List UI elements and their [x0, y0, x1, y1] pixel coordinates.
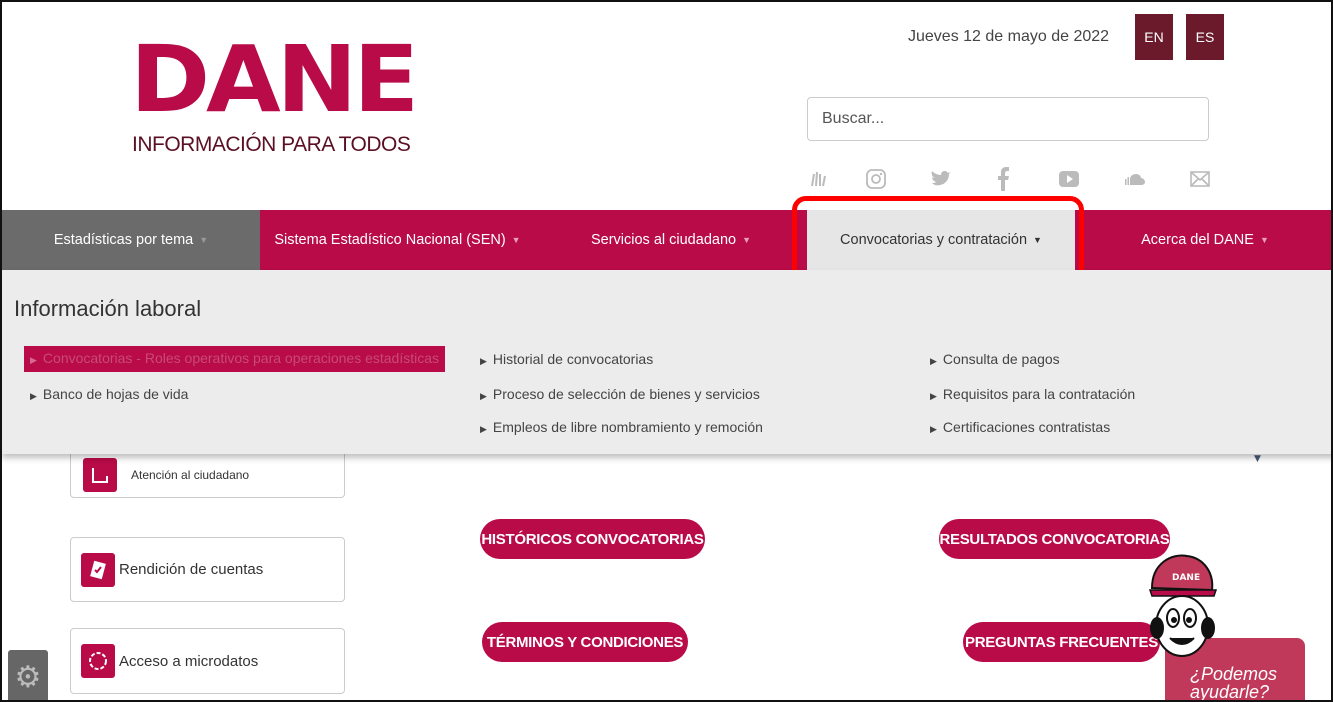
menu-item-label: Banco de hojas de vida — [42, 386, 189, 402]
chevron-down-icon: ▼ — [1254, 454, 1261, 464]
menu-item-banco-hojas[interactable]: ▶ Banco de hojas de vida — [30, 386, 188, 402]
main-nav: Estadísticas por tema ▼ Sistema Estadísti… — [2, 210, 1331, 270]
logo-wordmark: DANE — [130, 26, 419, 133]
caret-right-icon: ▶ — [480, 356, 487, 366]
chevron-down-icon: ▼ — [199, 235, 209, 245]
card-label: Atención al ciudadano — [131, 468, 250, 482]
nav-acerca[interactable]: Acerca del DANE ▼ — [1075, 210, 1331, 270]
nav-label: Sistema Estadístico Nacional (SEN) — [274, 232, 506, 248]
mega-menu-title: Información laboral — [14, 296, 202, 321]
menu-item-empleos-libre[interactable]: ▶ Empleos de libre nombramiento y remoció… — [480, 419, 763, 435]
lang-es-button[interactable]: ES — [1186, 14, 1224, 60]
resultados-convocatorias-button[interactable]: RESULTADOS CONVOCATORIAS — [939, 519, 1170, 559]
menu-item-proceso-seleccion[interactable]: ▶ Proceso de selección de bienes y servic… — [480, 386, 760, 402]
instagram-icon[interactable] — [863, 166, 889, 192]
chevron-down-icon: ▼ — [1259, 235, 1269, 245]
nav-label: Estadísticas por tema — [53, 232, 194, 248]
dane-logo[interactable]: DANE INFORMACIÓN PARA TODOS — [130, 34, 419, 164]
caret-right-icon: ▶ — [30, 391, 37, 401]
lang-en-button[interactable]: EN — [1135, 14, 1173, 60]
nav-servicios[interactable]: Servicios al ciudadano ▼ — [535, 210, 807, 270]
nav-convocatorias[interactable]: Convocatorias y contratación ▼ — [807, 210, 1075, 270]
soundcloud-icon[interactable] — [1122, 166, 1148, 192]
sign-language-icon[interactable] — [806, 166, 832, 192]
help-chat-text[interactable]: ¿Podemos ayudarle? — [1190, 665, 1277, 702]
chevron-down-icon: ▼ — [742, 235, 751, 245]
nav-sen[interactable]: Sistema Estadístico Nacional (SEN) ▼ — [260, 210, 535, 270]
menu-item-label: Requisitos para la contratación — [942, 386, 1136, 402]
menu-item-label: Empleos de libre nombramiento y remoción — [492, 419, 763, 435]
customer-service-icon — [83, 458, 117, 492]
menu-item-convocatorias-roles[interactable]: ▶ Convocatorias - Roles operativos para o… — [24, 346, 446, 372]
caret-right-icon: ▶ — [930, 356, 937, 366]
menu-item-label: Convocatorias - Roles operativos para op… — [42, 350, 440, 366]
card-acceso-microdatos[interactable]: Acceso a microdatos — [70, 628, 345, 694]
menu-item-label: Consulta de pagos — [942, 351, 1060, 367]
menu-item-historial[interactable]: ▶ Historial de convocatorias — [480, 351, 653, 367]
nav-label: Acerca del DANE — [1141, 232, 1254, 248]
chevron-down-icon: ▼ — [1033, 235, 1042, 245]
menu-item-label: Proceso de selección de bienes y servici… — [492, 386, 760, 402]
caret-right-icon: ▶ — [930, 424, 937, 434]
caret-right-icon: ▶ — [480, 391, 487, 401]
mascot-cap-label: DANE — [1172, 573, 1200, 583]
mascot-icon[interactable]: DANE — [1142, 548, 1222, 668]
mega-menu: Información laboral ▶ Convocatorias - Rol… — [2, 270, 1331, 454]
chevron-down-icon: ▼ — [511, 235, 521, 245]
nav-label: Convocatorias y contratación — [840, 232, 1028, 248]
terminos-condiciones-button[interactable]: TÉRMINOS Y CONDICIONES — [482, 622, 688, 662]
gear-icon[interactable]: ⚙ — [8, 650, 48, 700]
page-frame: DANE INFORMACIÓN PARA TODOS Jueves 12 de… — [0, 0, 1333, 702]
twitter-icon[interactable] — [928, 166, 954, 192]
facebook-icon[interactable] — [990, 166, 1016, 192]
search-input[interactable] — [807, 97, 1209, 141]
card-label: Rendición de cuentas — [119, 561, 264, 578]
youtube-icon[interactable] — [1056, 166, 1082, 192]
logo-tagline: INFORMACIÓN PARA TODOS — [132, 133, 411, 156]
help-line-2: ayudarle? — [1190, 682, 1270, 702]
menu-item-certificaciones[interactable]: ▶ Certificaciones contratistas — [930, 419, 1110, 435]
nav-estadisticas[interactable]: Estadísticas por tema ▼ — [2, 210, 260, 270]
caret-right-icon: ▶ — [930, 391, 937, 401]
menu-item-label: Historial de convocatorias — [492, 351, 654, 367]
caret-right-icon: ▶ — [480, 424, 487, 434]
historicos-convocatorias-button[interactable]: HISTÓRICOS CONVOCATORIAS — [480, 519, 705, 559]
accountability-icon — [81, 552, 115, 587]
nav-label: Servicios al ciudadano — [590, 232, 737, 248]
caret-right-icon: ▶ — [30, 355, 37, 365]
menu-item-consulta-pagos[interactable]: ▶ Consulta de pagos — [930, 351, 1060, 367]
menu-item-requisitos[interactable]: ▶ Requisitos para la contratación — [930, 386, 1135, 402]
microdata-icon — [81, 644, 115, 678]
card-label: Acceso a microdatos — [119, 652, 259, 670]
card-rendicion-cuentas[interactable]: Rendición de cuentas — [70, 537, 345, 602]
current-date: Jueves 12 de mayo de 2022 — [908, 28, 1110, 45]
preguntas-frecuentes-button[interactable]: PREGUNTAS FRECUENTES — [963, 622, 1160, 662]
mail-icon[interactable] — [1187, 166, 1213, 192]
menu-item-label: Certificaciones contratistas — [942, 419, 1111, 435]
